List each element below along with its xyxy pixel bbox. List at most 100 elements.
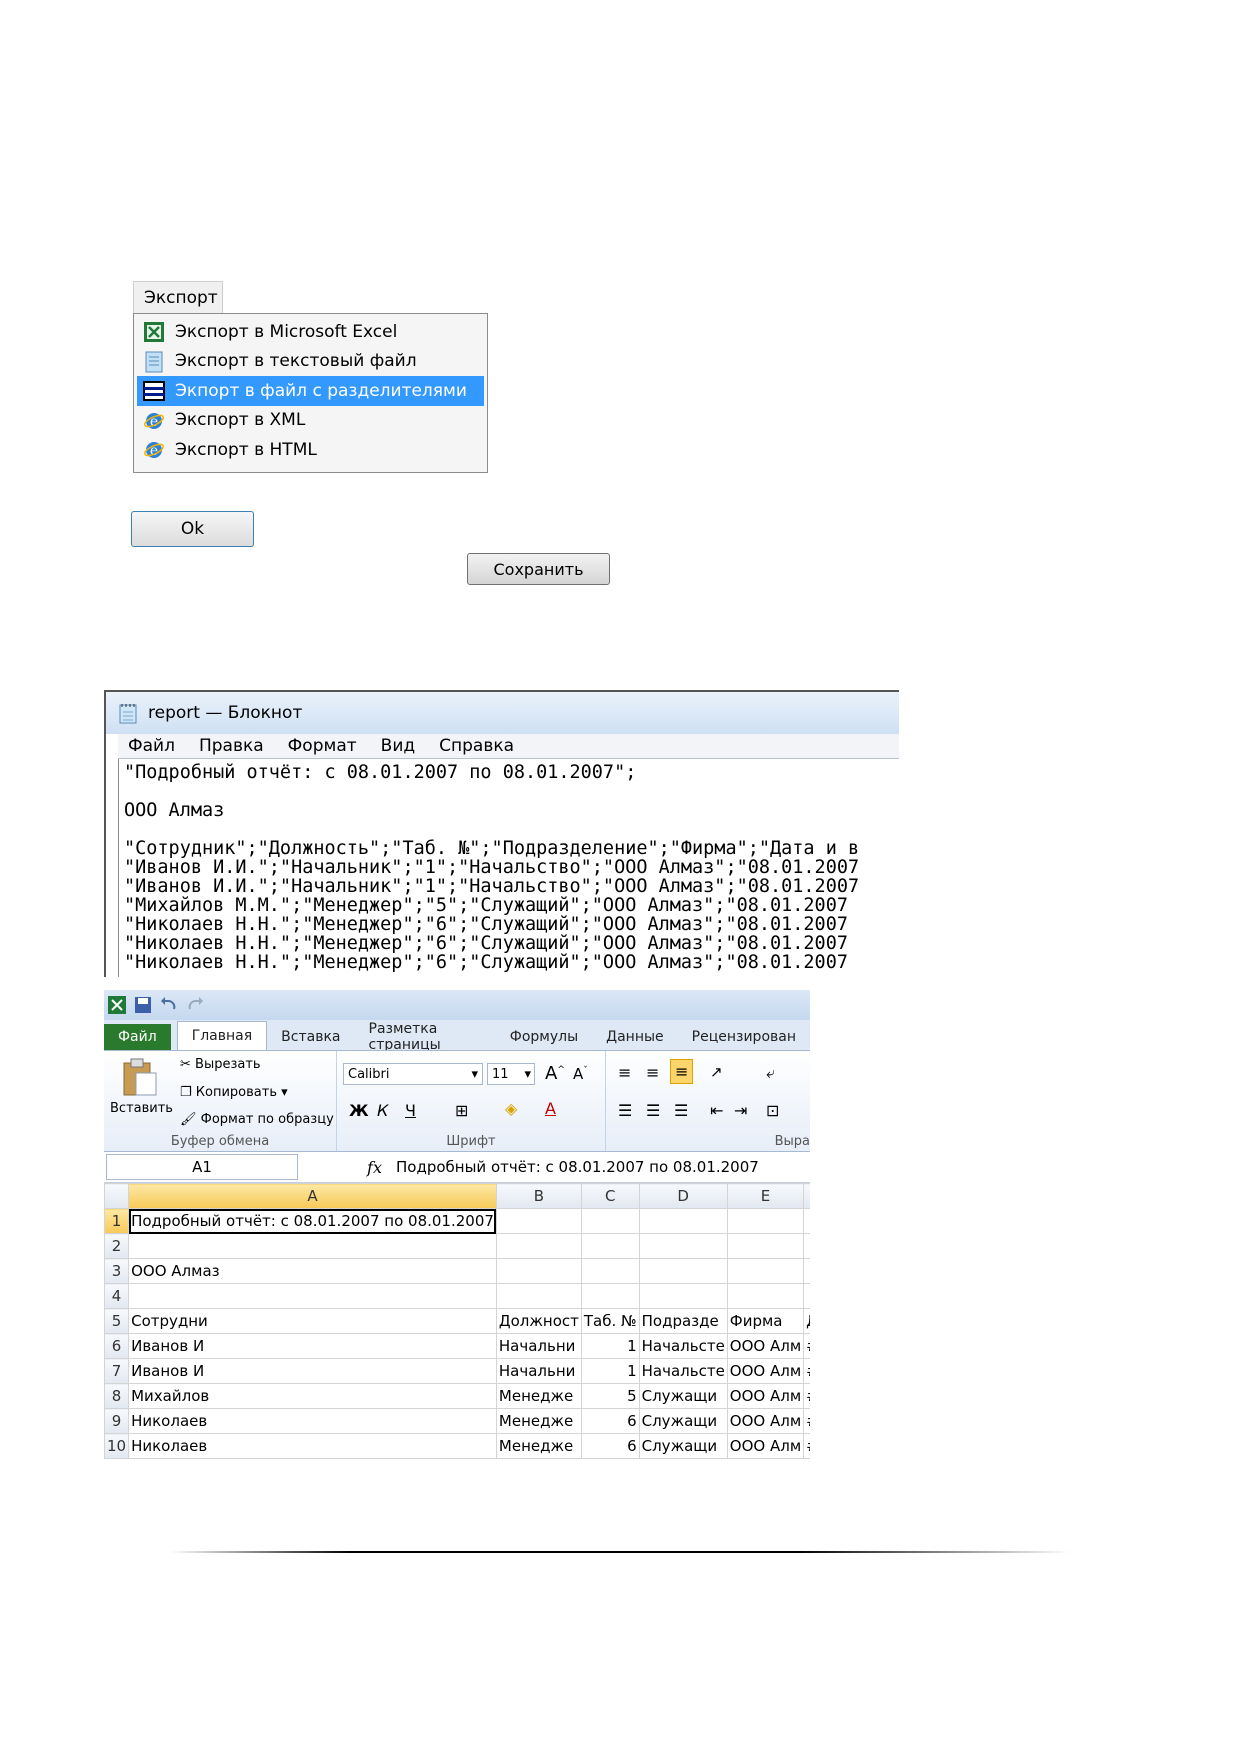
cell[interactable]: Подробный отчёт: с 08.01.2007 по 08.01.2… — [128, 1208, 497, 1234]
cell[interactable]: Начальни — [495, 1333, 582, 1359]
align-left-icon[interactable]: ☰ — [618, 1101, 632, 1120]
tab-review[interactable]: Рецензирован — [678, 1024, 810, 1050]
italic-button[interactable]: К — [377, 1101, 388, 1120]
notepad-menu-view[interactable]: Вид — [381, 736, 415, 756]
notepad-menu-file[interactable]: Файл — [128, 736, 175, 756]
notepad-menu-format[interactable]: Формат — [288, 736, 357, 756]
wrap-text-icon[interactable]: ⤶ — [766, 1063, 775, 1083]
tab-file[interactable]: Файл — [104, 1024, 171, 1050]
cell[interactable] — [580, 1258, 640, 1284]
row-header[interactable]: 3 — [104, 1258, 130, 1284]
cell[interactable]: Иванов И — [128, 1333, 497, 1359]
menu-item-export-xml[interactable]: e Экспорт в XML — [137, 406, 484, 436]
select-all-corner[interactable] — [104, 1183, 130, 1209]
cut-button[interactable]: ✂ Вырезать — [180, 1057, 261, 1072]
merge-cells-icon[interactable]: ⊡ — [766, 1101, 779, 1120]
export-menu-header[interactable]: Экспорт — [133, 281, 223, 313]
cell[interactable]: Михайлов — [128, 1383, 497, 1409]
paste-icon[interactable] — [122, 1057, 158, 1097]
cell[interactable]: 6 — [580, 1433, 640, 1459]
formula-input[interactable]: Подробный отчёт: с 08.01.2007 по 08.01.2… — [396, 1158, 759, 1176]
ok-button[interactable]: Ok — [131, 511, 254, 547]
cell[interactable] — [726, 1233, 805, 1259]
cell[interactable]: Начальни — [495, 1358, 582, 1384]
notepad-text-area[interactable]: "Подробный отчёт: с 08.01.2007 по 08.01.… — [118, 759, 899, 977]
tab-formulas[interactable]: Формулы — [496, 1024, 592, 1050]
cell[interactable]: Сотрудни — [128, 1308, 497, 1334]
row-header[interactable]: 8 — [104, 1383, 130, 1409]
orientation-icon[interactable]: ↗ — [710, 1063, 723, 1081]
cell[interactable] — [495, 1283, 582, 1309]
cell[interactable]: Служащи — [638, 1433, 728, 1459]
cell[interactable]: ООО Алм — [726, 1383, 805, 1409]
cell[interactable]: 5 — [580, 1383, 640, 1409]
cell[interactable]: Таб. № — [580, 1308, 640, 1334]
tab-data[interactable]: Данные — [592, 1024, 678, 1050]
column-header[interactable]: D — [638, 1183, 728, 1209]
copy-button[interactable]: ❐ Копировать ▾ — [180, 1085, 288, 1100]
grow-font-icon[interactable]: A^ — [545, 1063, 565, 1084]
column-header[interactable]: C — [580, 1183, 640, 1209]
cell[interactable]: ООО Алм — [726, 1433, 805, 1459]
align-right-icon[interactable]: ☰ — [674, 1101, 688, 1120]
align-middle-icon[interactable]: ≡ — [646, 1063, 659, 1082]
cell[interactable]: ######## — [803, 1433, 810, 1459]
menu-item-export-html[interactable]: e Экспорт в HTML — [137, 435, 484, 465]
row-header[interactable]: 6 — [104, 1333, 130, 1359]
align-center-icon[interactable]: ☰ — [646, 1101, 660, 1120]
cell[interactable] — [495, 1208, 582, 1234]
cell[interactable]: Должност — [495, 1308, 582, 1334]
cell[interactable]: ######## — [803, 1358, 810, 1384]
tab-page-layout[interactable]: Разметка страницы — [355, 1021, 496, 1053]
save-icon[interactable] — [134, 996, 152, 1014]
menu-item-export-text[interactable]: Экспорт в текстовый файл — [137, 347, 484, 377]
tab-home[interactable]: Главная — [176, 1021, 268, 1050]
cell[interactable]: Фирма — [726, 1308, 805, 1334]
cell[interactable]: Николаев — [128, 1408, 497, 1434]
cell[interactable]: Служащи — [638, 1408, 728, 1434]
row-header[interactable]: 5 — [104, 1308, 130, 1334]
tab-insert[interactable]: Вставка — [267, 1024, 354, 1050]
cell[interactable] — [638, 1208, 728, 1234]
redo-icon[interactable] — [186, 996, 204, 1014]
font-color-icon[interactable]: A — [545, 1099, 556, 1118]
row-header[interactable]: 9 — [104, 1408, 130, 1434]
save-button[interactable]: Сохранить — [467, 553, 610, 585]
cell[interactable]: Дата и вр — [803, 1308, 810, 1334]
cell[interactable] — [638, 1233, 728, 1259]
cell[interactable]: 1 — [580, 1333, 640, 1359]
cell[interactable] — [726, 1283, 805, 1309]
cell[interactable]: ######## — [803, 1383, 810, 1409]
cell[interactable] — [803, 1233, 810, 1259]
cell[interactable] — [638, 1283, 728, 1309]
align-bottom-icon[interactable]: ≡ — [670, 1059, 694, 1084]
cell[interactable]: Иванов И — [128, 1358, 497, 1384]
cell[interactable]: ######## — [803, 1333, 810, 1359]
cell[interactable] — [495, 1258, 582, 1284]
excel-app-icon[interactable] — [108, 996, 126, 1014]
indent-decrease-icon[interactable]: ⇤ — [710, 1101, 723, 1120]
cell[interactable] — [128, 1233, 497, 1259]
cell[interactable]: 1 — [580, 1358, 640, 1384]
cell[interactable] — [803, 1258, 810, 1284]
cell[interactable] — [580, 1283, 640, 1309]
row-header[interactable]: 2 — [104, 1233, 130, 1259]
cell[interactable]: Начальсте — [638, 1358, 728, 1384]
cell[interactable]: Начальсте — [638, 1333, 728, 1359]
font-name-select[interactable]: Calibri ▾ — [343, 1063, 483, 1085]
cell[interactable]: Менедже — [495, 1433, 582, 1459]
cell[interactable] — [726, 1208, 805, 1234]
row-header[interactable]: 4 — [104, 1283, 130, 1309]
cell[interactable] — [495, 1233, 582, 1259]
notepad-menu-help[interactable]: Справка — [439, 736, 514, 756]
cell[interactable]: ООО Алм — [726, 1333, 805, 1359]
cell[interactable] — [726, 1258, 805, 1284]
cell[interactable] — [803, 1208, 810, 1234]
column-header[interactable]: F — [803, 1183, 810, 1209]
cell[interactable]: Менедже — [495, 1383, 582, 1409]
bold-button[interactable]: Ж — [349, 1101, 369, 1120]
cell[interactable]: 6 — [580, 1408, 640, 1434]
menu-item-export-excel[interactable]: Экспорт в Microsoft Excel — [137, 317, 484, 347]
cell[interactable]: Служащи — [638, 1383, 728, 1409]
fill-color-icon[interactable]: ◈ — [505, 1099, 517, 1118]
